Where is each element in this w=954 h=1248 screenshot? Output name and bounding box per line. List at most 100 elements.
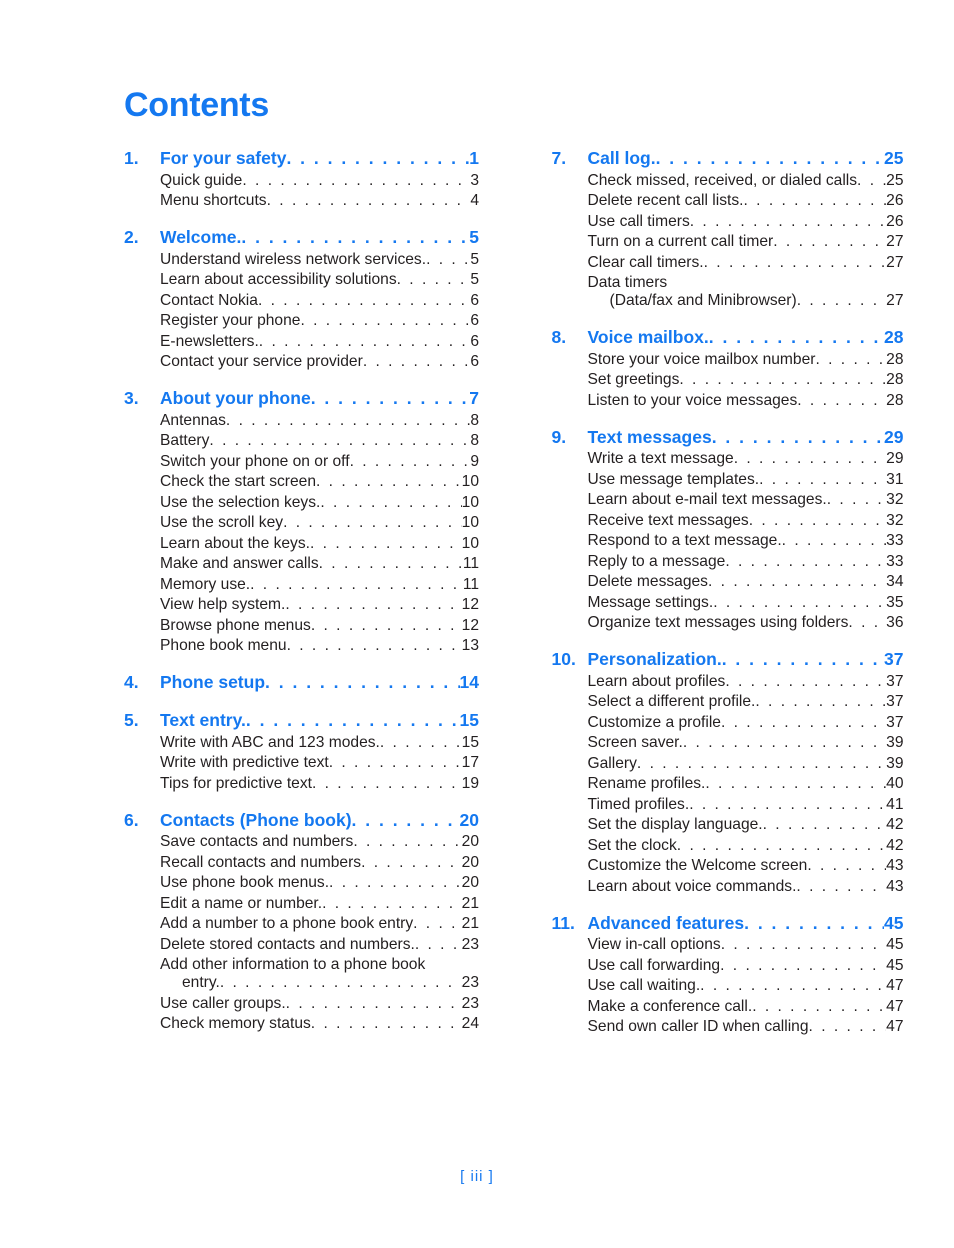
toc-entry-use-call-timers[interactable]: Use call timers. . . . . . . . . . . . .… [552, 213, 904, 231]
entry-page-number: 27 [886, 253, 904, 271]
entry-page-number: 25 [886, 171, 904, 189]
dot-leader: . . . . . . . . . . . . . . . . . . . . … [703, 253, 887, 271]
entry-line: Message settings.. . . . . . . . . . . .… [588, 594, 904, 612]
toc-entry-reply-to-a-message[interactable]: Reply to a message. . . . . . . . . . . … [552, 553, 904, 571]
toc-entry-timed-profiles[interactable]: Timed profiles.. . . . . . . . . . . . .… [552, 796, 904, 814]
toc-chapter-call-log[interactable]: 7. Call log.. . . . . . . . . . . . . . .… [552, 148, 904, 169]
entry-page-number: 41 [886, 795, 904, 813]
entry-title: Make a conference call. [587, 997, 753, 1015]
dot-leader: . . . . . . . . . . . . . . . . . . . . … [720, 936, 886, 953]
entry-page-number: 32 [886, 491, 904, 508]
toc-entry-set-greetings[interactable]: Set greetings. . . . . . . . . . . . . .… [552, 371, 904, 389]
toc-entry-data-timers[interactable]: Data timers (Data/fax and Minibrowser). .… [552, 274, 904, 310]
entry-title: Gallery [587, 754, 637, 772]
toc-entry-select-a-different-profile[interactable]: Select a different profile.. . . . . . .… [552, 693, 904, 711]
toc-entry-listen-to-your-voice-messages[interactable]: Listen to your voice messages. . . . . .… [552, 392, 904, 410]
page-footer: [ iii ] [460, 1168, 494, 1185]
dot-leader: . . . . . . . . . . . . . . . . . . . . … [796, 292, 886, 309]
entry-title: Learn about e-mail text messages. [587, 491, 827, 508]
dot-leader: . . . . . . . . . . . . . . . . . . . . … [755, 693, 886, 710]
dot-leader: . . . . . . . . . . . . . . . . . . . . … [682, 734, 886, 751]
dot-leader: . . . . . . . . . . . . . . . . . . . . … [807, 857, 886, 874]
entry-page-number: 26 [886, 212, 904, 230]
chapter-title: Text messages [587, 426, 712, 447]
entry-title: Reply to a message [587, 552, 726, 570]
toc-entry-set-the-display-language[interactable]: Set the display language.. . . . . . . .… [552, 816, 904, 834]
entry-page-number: 42 [886, 816, 904, 833]
toc-entry-screen-saver[interactable]: Screen saver.. . . . . . . . . . . . . .… [552, 734, 904, 752]
entry-line: Use message templates.. . . . . . . . . … [588, 471, 904, 489]
chapter-line: Advanced features. . . . . . . . . . . .… [588, 913, 904, 934]
toc-entry-learn-about-profiles[interactable]: Learn about profiles. . . . . . . . . . … [552, 673, 904, 691]
toc-entry-use-call-waiting[interactable]: Use call waiting.. . . . . . . . . . . .… [552, 977, 904, 995]
entry-title: Use call waiting. [587, 977, 701, 994]
dot-leader: . . . . . . . . . . . . . . . . . . . . … [705, 775, 886, 792]
toc-chapter-group: 11. Advanced features. . . . . . . . . . … [552, 913, 904, 1037]
toc-entry-store-your-voice-mailbox-number[interactable]: Store your voice mailbox number. . . . .… [552, 351, 904, 369]
toc-page: Contents 1. For your safety. . . . . . . … [0, 0, 954, 1248]
entry-title: Use call timers [587, 212, 690, 230]
toc-entry-send-own-caller-id-when-calling[interactable]: Send own caller ID when calling. . . . .… [552, 1018, 904, 1036]
toc-entry-customize-the-welcome-screen[interactable]: Customize the Welcome screen. . . . . . … [552, 857, 904, 875]
toc-entry-check-missed-received-or-dialed-calls[interactable]: Check missed, received, or dialed calls.… [552, 172, 904, 190]
entry-page-number: 31 [886, 470, 904, 488]
toc-entry-message-settings[interactable]: Message settings.. . . . . . . . . . . .… [552, 594, 904, 612]
entry-title-line-1: Data timers [587, 274, 668, 291]
toc-entry-use-message-templates[interactable]: Use message templates.. . . . . . . . . … [552, 471, 904, 489]
toc-chapter-text-messages[interactable]: 9. Text messages. . . . . . . . . . . . .… [552, 427, 904, 448]
entry-title: Screen saver. [587, 734, 683, 751]
entry-page-number: 42 [886, 836, 904, 854]
dot-leader: . . . . . . . . . . . . . . . . . . . . … [743, 192, 887, 209]
toc-entry-use-call-forwarding[interactable]: Use call forwarding. . . . . . . . . . .… [552, 957, 904, 975]
toc-chapter-personalization[interactable]: 10. Personalization.. . . . . . . . . . .… [552, 649, 904, 670]
toc-columns: 1. For your safety. . . . . . . . . . . .… [0, 148, 954, 1036]
chapter-line: Personalization.. . . . . . . . . . . . … [588, 649, 904, 670]
toc-entry-clear-call-timers[interactable]: Clear call timers.. . . . . . . . . . . … [552, 254, 904, 272]
toc-entry-write-a-text-message[interactable]: Write a text message. . . . . . . . . . … [552, 450, 904, 468]
toc-entry-customize-a-profile[interactable]: Customize a profile. . . . . . . . . . .… [552, 714, 904, 732]
dot-leader: . . . . . . . . . . . . . . . . . . . . … [720, 713, 886, 731]
entry-page-number: 45 [886, 936, 904, 953]
toc-entry-view-in-call-options[interactable]: View in-call options. . . . . . . . . . … [552, 936, 904, 954]
entry-title: View in-call options [587, 936, 721, 953]
toc-entry-set-the-clock[interactable]: Set the clock. . . . . . . . . . . . . .… [552, 837, 904, 855]
toc-entry-receive-text-messages[interactable]: Receive text messages. . . . . . . . . .… [552, 512, 904, 530]
chapter-page-number: 25 [884, 148, 904, 168]
toc-entry-delete-messages[interactable]: Delete messages. . . . . . . . . . . . .… [552, 573, 904, 591]
entry-line: Learn about e-mail text messages.. . . .… [588, 491, 904, 509]
page-title: Contents [124, 86, 269, 124]
toc-chapter-advanced-features[interactable]: 11. Advanced features. . . . . . . . . . … [552, 913, 904, 934]
dot-leader: . . . . . . . . . . . . . . . . . . . . … [744, 912, 884, 933]
chapter-title: Advanced features [587, 912, 745, 933]
entry-title: Set the display language. [587, 816, 763, 833]
dot-leader: . . . . . . . . . . . . . . . . . . . . … [655, 148, 884, 168]
toc-entry-make-a-conference-call[interactable]: Make a conference call.. . . . . . . . .… [552, 998, 904, 1016]
chapter-line: Text messages. . . . . . . . . . . . . .… [588, 427, 904, 448]
entry-page-number: 36 [886, 614, 904, 631]
dot-leader: . . . . . . . . . . . . . . . . . . . . … [815, 350, 886, 368]
toc-chapter-group: 10. Personalization.. . . . . . . . . . .… [552, 649, 904, 896]
entry-page-number: 27 [886, 233, 904, 250]
toc-entry-delete-recent-call-lists[interactable]: Delete recent call lists.. . . . . . . .… [552, 192, 904, 210]
toc-entry-turn-on-a-current-call-timer[interactable]: Turn on a current call timer. . . . . . … [552, 233, 904, 251]
dot-leader: . . . . . . . . . . . . . . . . . . . . … [773, 233, 886, 250]
entry-page-number: 28 [886, 350, 904, 368]
chapter-number: 7. [551, 148, 567, 168]
entry-line: Respond to a text message.. . . . . . . … [588, 532, 904, 550]
entry-page-number: 47 [886, 997, 904, 1015]
toc-entry-learn-about-voice-commands[interactable]: Learn about voice commands.. . . . . . .… [552, 878, 904, 896]
toc-entry-learn-about-e-mail-text-messages[interactable]: Learn about e-mail text messages.. . . .… [552, 491, 904, 509]
entry-page-number: 27 [886, 292, 904, 309]
entry-line: Clear call timers.. . . . . . . . . . . … [588, 254, 904, 272]
toc-chapter-voice-mailbox[interactable]: 8. Voice mailbox.. . . . . . . . . . . . … [552, 327, 904, 348]
dot-leader: . . . . . . . . . . . . . . . . . . . . … [733, 450, 886, 467]
toc-entry-gallery[interactable]: Gallery. . . . . . . . . . . . . . . . .… [552, 755, 904, 773]
entry-line: Write a text message. . . . . . . . . . … [588, 450, 904, 468]
toc-entry-organize-text-messages-using-folders[interactable]: Organize text messages using folders. . … [552, 614, 904, 632]
toc-entry-rename-profiles[interactable]: Rename profiles.. . . . . . . . . . . . … [552, 775, 904, 793]
dot-leader: . . . . . . . . . . . . . . . . . . . . … [689, 795, 886, 813]
toc-entry-respond-to-a-text-message[interactable]: Respond to a text message.. . . . . . . … [552, 532, 904, 550]
dot-leader: . . . . . . . . . . . . . . . . . . . . … [781, 532, 886, 549]
entry-title: Listen to your voice messages [587, 391, 798, 409]
entry-title: Use call forwarding [587, 956, 721, 974]
